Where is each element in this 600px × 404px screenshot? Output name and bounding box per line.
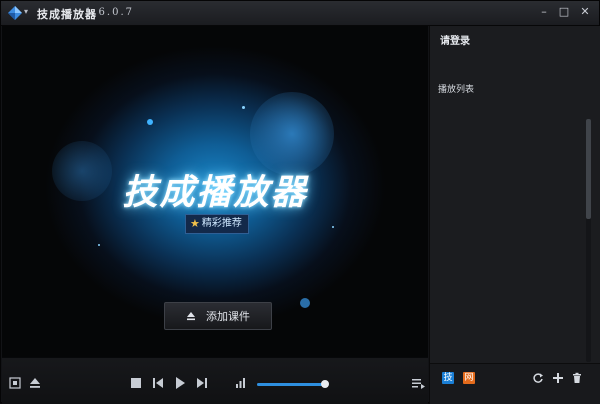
star-icon: ★ [190,217,200,230]
playlist-toggle-icon[interactable] [411,376,425,390]
volume-icon[interactable] [234,376,248,390]
previous-icon[interactable] [151,376,165,390]
fullscreen-icon[interactable] [8,376,22,390]
maximize-button[interactable]: □ [555,4,573,20]
login-link[interactable]: 请登录 [440,32,470,47]
scrollbar-thumb[interactable] [586,119,591,219]
minimize-button[interactable]: – [535,4,553,20]
next-icon[interactable] [195,376,209,390]
chevron-down-icon[interactable]: ▾ [24,7,28,16]
bokeh-decoration [98,244,100,246]
player-window: ▾ 技成播放器 1.6.0.7 – □ ✕ 技成播放器 ★ 精彩推荐 添加课件 [0,0,600,404]
web-app-icon[interactable]: 网 [463,372,475,384]
stop-icon[interactable] [129,376,143,390]
video-area[interactable]: 技成播放器 ★ 精彩推荐 添加课件 [2,26,428,357]
refresh-icon[interactable] [532,372,544,384]
playlist-scrollbar[interactable] [586,119,591,362]
close-button[interactable]: ✕ [576,4,594,20]
window-version: 1.6.0.7 [85,7,134,18]
trash-icon[interactable] [571,372,583,384]
play-icon[interactable] [173,376,187,390]
bokeh-decoration [332,226,334,228]
brand-title: 技成播放器 [122,173,308,213]
title-bar[interactable]: ▾ 技成播放器 1.6.0.7 – □ ✕ [1,1,599,26]
eject-icon[interactable] [28,376,42,390]
jicheng-app-icon[interactable]: 技 [442,372,454,384]
volume-slider-handle[interactable] [320,380,329,388]
featured-badge[interactable]: ★ 精彩推荐 [185,214,249,234]
panel-footer: 技 网 [430,363,600,404]
featured-badge-label: 精彩推荐 [201,218,242,229]
add-courseware-label: 添加课件 [206,310,250,323]
volume-slider[interactable] [257,380,329,388]
bokeh-decoration [242,106,245,109]
side-panel: 请登录 播放列表 技 网 [429,26,600,404]
add-courseware-button[interactable]: 添加课件 [164,302,272,330]
add-icon[interactable] [552,372,564,384]
eject-icon [187,312,195,321]
bokeh-decoration [300,298,310,308]
diamond-logo-icon[interactable] [7,5,23,21]
bokeh-decoration [147,119,153,125]
playlist-list[interactable] [430,98,600,363]
playback-controls [2,357,428,404]
playlist-title: 播放列表 [438,85,475,95]
volume-slider-fill [257,383,325,386]
